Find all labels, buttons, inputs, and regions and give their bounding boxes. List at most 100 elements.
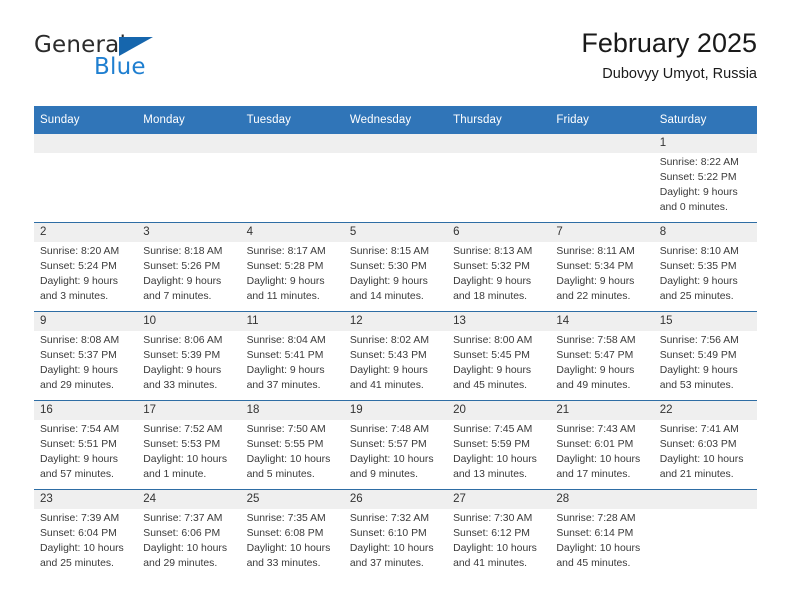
day-detail-line: Daylight: 9 hours: [40, 454, 118, 466]
calendar-day-cell-13[interactable]: 13 Sunrise: 8:00 AM Sunset: 5:45 PM Dayligh…: [447, 311, 551, 401]
day-detail-line: Sunrise: 7:41 AM: [659, 424, 739, 436]
calendar-day-cell-17[interactable]: 17 Sunrise: 7:52 AM Sunset: 5:53 PM Dayligh…: [137, 400, 241, 490]
day-detail-line: Sunrise: 7:56 AM: [659, 335, 739, 347]
day-details: Sunrise: 8:20 AM Sunset: 5:24 PM Daylight:…: [34, 242, 137, 305]
day-detail-line: Sunset: 6:06 PM: [143, 528, 221, 540]
calendar-day-cell-23[interactable]: 23 Sunrise: 7:39 AM Sunset: 6:04 PM Dayligh…: [34, 489, 138, 578]
day-detail-line: Sunrise: 7:35 AM: [246, 513, 326, 525]
day-detail-line: Sunrise: 8:00 AM: [453, 335, 533, 347]
day-detail-line: Daylight: 9 hours: [659, 365, 738, 377]
calendar-day-cell-27[interactable]: 27 Sunrise: 7:30 AM Sunset: 6:12 PM Dayligh…: [447, 489, 551, 578]
day-details: Sunrise: 7:35 AM Sunset: 6:08 PM Daylight:…: [241, 509, 344, 572]
page-subtitle: Dubovyy Umyot, Russia: [602, 66, 757, 83]
calendar-day-cell-7[interactable]: 7 Sunrise: 8:11 AM Sunset: 5:34 PM Daylight…: [550, 222, 654, 312]
day-detail-line: Sunset: 5:26 PM: [143, 261, 221, 273]
calendar-day-cell-empty: [137, 134, 241, 223]
day-detail-line: Sunrise: 7:32 AM: [349, 513, 429, 525]
day-detail-line: and 7 minutes.: [143, 291, 212, 303]
calendar-day-cell-14[interactable]: 14 Sunrise: 7:58 AM Sunset: 5:47 PM Dayligh…: [550, 311, 654, 401]
day-number: 7: [550, 223, 654, 243]
day-detail-line: Sunset: 5:59 PM: [453, 439, 530, 451]
calendar-week-row: 23 Sunrise: 7:39 AM Sunset: 6:04 PM Dayligh…: [34, 489, 757, 578]
page-title: February 2025: [581, 28, 757, 58]
day-detail-line: and 25 minutes.: [659, 291, 734, 303]
day-detail-line: and 13 minutes.: [453, 469, 528, 481]
day-number: 28: [550, 490, 654, 510]
day-detail-line: Daylight: 10 hours: [453, 454, 537, 466]
day-detail-line: Daylight: 9 hours: [40, 276, 118, 288]
day-detail-line: and 57 minutes.: [40, 469, 114, 481]
weekday-header-thursday: Thursday: [447, 106, 551, 134]
day-details: Sunrise: 7:54 AM Sunset: 5:51 PM Daylight:…: [34, 420, 137, 483]
day-number: 15: [653, 312, 757, 332]
day-details: Sunrise: 8:17 AM Sunset: 5:28 PM Daylight:…: [241, 242, 344, 305]
day-detail-line: Sunrise: 8:18 AM: [143, 246, 223, 258]
calendar-day-cell-9[interactable]: 9 Sunrise: 8:08 AM Sunset: 5:37 PM Daylight…: [34, 311, 138, 401]
calendar-day-cell-5[interactable]: 5 Sunrise: 8:15 AM Sunset: 5:30 PM Daylight…: [343, 222, 448, 312]
day-detail-line: and 33 minutes.: [246, 558, 321, 570]
day-detail-line: Sunset: 5:51 PM: [40, 439, 117, 451]
day-detail-line: and 17 minutes.: [556, 469, 631, 481]
day-detail-line: Sunset: 5:34 PM: [556, 261, 634, 273]
calendar-day-cell-11[interactable]: 11 Sunrise: 8:04 AM Sunset: 5:41 PM Dayligh…: [240, 311, 344, 401]
day-detail-line: Sunrise: 7:30 AM: [453, 513, 533, 525]
calendar-day-cell-2[interactable]: 2 Sunrise: 8:20 AM Sunset: 5:24 PM Daylight…: [34, 222, 138, 312]
day-detail-line: Sunset: 6:01 PM: [556, 439, 634, 451]
day-detail-line: and 25 minutes.: [40, 558, 114, 570]
day-number: [653, 490, 757, 510]
day-detail-line: Sunset: 5:32 PM: [453, 261, 530, 273]
day-details: Sunrise: 8:08 AM Sunset: 5:37 PM Daylight:…: [34, 331, 137, 394]
calendar-day-cell-25[interactable]: 25 Sunrise: 7:35 AM Sunset: 6:08 PM Dayligh…: [240, 489, 344, 578]
title-block: February 2025 Dubovyy Umyot, Russia: [581, 28, 757, 83]
calendar-day-cell-16[interactable]: 16 Sunrise: 7:54 AM Sunset: 5:51 PM Dayligh…: [34, 400, 138, 490]
calendar-day-cell-28[interactable]: 28 Sunrise: 7:28 AM Sunset: 6:14 PM Dayligh…: [550, 489, 654, 578]
day-details: Sunrise: 7:58 AM Sunset: 5:47 PM Daylight:…: [550, 331, 653, 394]
calendar-day-cell-12[interactable]: 12 Sunrise: 8:02 AM Sunset: 5:43 PM Dayligh…: [343, 311, 448, 401]
calendar-day-cell-15[interactable]: 15 Sunrise: 7:56 AM Sunset: 5:49 PM Dayligh…: [653, 311, 757, 401]
calendar-day-cell-21[interactable]: 21 Sunrise: 7:43 AM Sunset: 6:01 PM Dayligh…: [550, 400, 654, 490]
day-details: Sunrise: 8:04 AM Sunset: 5:41 PM Daylight:…: [241, 331, 344, 394]
calendar-day-cell-22[interactable]: 22 Sunrise: 7:41 AM Sunset: 6:03 PM Dayligh…: [653, 400, 757, 490]
day-detail-line: Daylight: 10 hours: [659, 454, 744, 466]
calendar-day-cell-26[interactable]: 26 Sunrise: 7:32 AM Sunset: 6:10 PM Dayligh…: [343, 489, 448, 578]
day-detail-line: Sunset: 5:22 PM: [659, 172, 737, 184]
calendar-day-cell-8[interactable]: 8 Sunrise: 8:10 AM Sunset: 5:35 PM Daylight…: [653, 222, 757, 312]
day-detail-line: Daylight: 9 hours: [453, 365, 532, 377]
calendar-day-cell-20[interactable]: 20 Sunrise: 7:45 AM Sunset: 5:59 PM Dayligh…: [447, 400, 551, 490]
calendar-day-cell-6[interactable]: 6 Sunrise: 8:13 AM Sunset: 5:32 PM Daylight…: [447, 222, 551, 312]
calendar-day-cell-3[interactable]: 3 Sunrise: 8:18 AM Sunset: 5:26 PM Daylight…: [137, 222, 241, 312]
day-details: Sunrise: 7:30 AM Sunset: 6:12 PM Daylight:…: [447, 509, 550, 572]
general-blue-logo[interactable]: General Blue: [34, 34, 234, 92]
day-detail-line: Sunrise: 8:06 AM: [143, 335, 223, 347]
day-number: 20: [447, 401, 551, 421]
day-details: Sunrise: 8:11 AM Sunset: 5:34 PM Daylight:…: [550, 242, 653, 305]
calendar-day-cell-24[interactable]: 24 Sunrise: 7:37 AM Sunset: 6:06 PM Dayligh…: [137, 489, 241, 578]
calendar-day-cell-10[interactable]: 10 Sunrise: 8:06 AM Sunset: 5:39 PM Dayligh…: [137, 311, 241, 401]
day-detail-line: Daylight: 10 hours: [556, 543, 641, 555]
weekday-header-tuesday: Tuesday: [240, 106, 344, 134]
day-detail-line: Sunrise: 8:02 AM: [349, 335, 429, 347]
day-number: 6: [447, 223, 551, 243]
day-number: 18: [240, 401, 344, 421]
sunrise-sunset-calendar-table: Sunday Monday Tuesday Wednesday Thursday Frid…: [34, 106, 757, 578]
calendar-week-row: 1 Sunrise: 8:22 AM Sunset: 5:22 PM Daylight…: [34, 134, 757, 223]
day-number: 22: [653, 401, 757, 421]
day-details: Sunrise: 7:32 AM Sunset: 6:10 PM Daylight:…: [344, 509, 447, 572]
calendar-day-cell-empty: [550, 134, 654, 223]
day-detail-line: Sunrise: 7:37 AM: [143, 513, 223, 525]
calendar-day-cell-1[interactable]: 1 Sunrise: 8:22 AM Sunset: 5:22 PM Daylight…: [653, 134, 757, 223]
calendar-day-cell-19[interactable]: 19 Sunrise: 7:48 AM Sunset: 5:57 PM Dayligh…: [343, 400, 448, 490]
calendar-day-cell-18[interactable]: 18 Sunrise: 7:50 AM Sunset: 5:55 PM Dayligh…: [240, 400, 344, 490]
day-detail-line: and 53 minutes.: [659, 380, 734, 392]
day-detail-line: Sunset: 5:30 PM: [349, 261, 427, 273]
day-detail-line: and 29 minutes.: [40, 380, 114, 392]
day-detail-line: Sunrise: 7:54 AM: [40, 424, 120, 436]
day-details: Sunrise: 7:56 AM Sunset: 5:49 PM Daylight:…: [654, 331, 757, 394]
day-detail-line: Sunset: 5:49 PM: [659, 350, 737, 362]
calendar-day-cell-4[interactable]: 4 Sunrise: 8:17 AM Sunset: 5:28 PM Daylight…: [240, 222, 344, 312]
day-detail-line: Sunset: 5:47 PM: [556, 350, 634, 362]
day-number: 8: [653, 223, 757, 243]
day-number: [550, 134, 654, 154]
day-detail-line: Daylight: 10 hours: [246, 543, 331, 555]
day-detail-line: Sunrise: 7:43 AM: [556, 424, 636, 436]
